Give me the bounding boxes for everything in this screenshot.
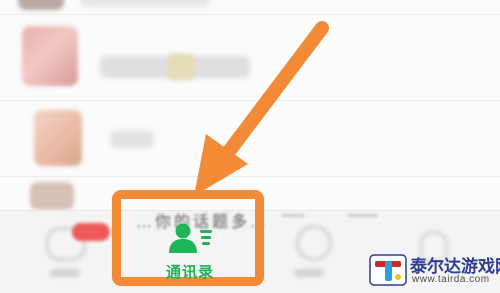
blurred-chat-name <box>110 130 154 148</box>
tab-contacts-label: 通讯录 <box>165 264 214 281</box>
tab-chats[interactable] <box>20 211 110 293</box>
tab-discover[interactable] <box>270 211 360 293</box>
chat-list <box>0 0 500 210</box>
blurred-text-fragment <box>348 214 378 217</box>
compass-icon <box>289 218 339 268</box>
divider <box>0 14 500 15</box>
site-watermark: 泰尔达游戏网 www.tairda.com <box>368 252 500 290</box>
tairda-logo-icon <box>369 254 407 286</box>
watermark-url: www.tairda.com <box>412 274 490 285</box>
wechat-screen: …你的话题多… 通讯录 泰尔达游戏网 www.tairda.com <box>0 0 500 293</box>
blurred-emoji-thumbnail <box>168 54 194 80</box>
avatar[interactable] <box>22 26 78 86</box>
divider <box>0 100 500 101</box>
unread-badge <box>72 223 110 241</box>
avatar[interactable] <box>18 0 64 10</box>
tab-label-blurred <box>50 269 80 277</box>
avatar[interactable] <box>30 182 74 210</box>
contacts-icon[interactable] <box>166 222 216 256</box>
blurred-text-fragment <box>282 214 304 217</box>
blurred-message-preview <box>80 0 210 6</box>
divider <box>0 176 500 177</box>
avatar[interactable] <box>34 110 82 166</box>
tab-label-blurred <box>294 269 324 277</box>
